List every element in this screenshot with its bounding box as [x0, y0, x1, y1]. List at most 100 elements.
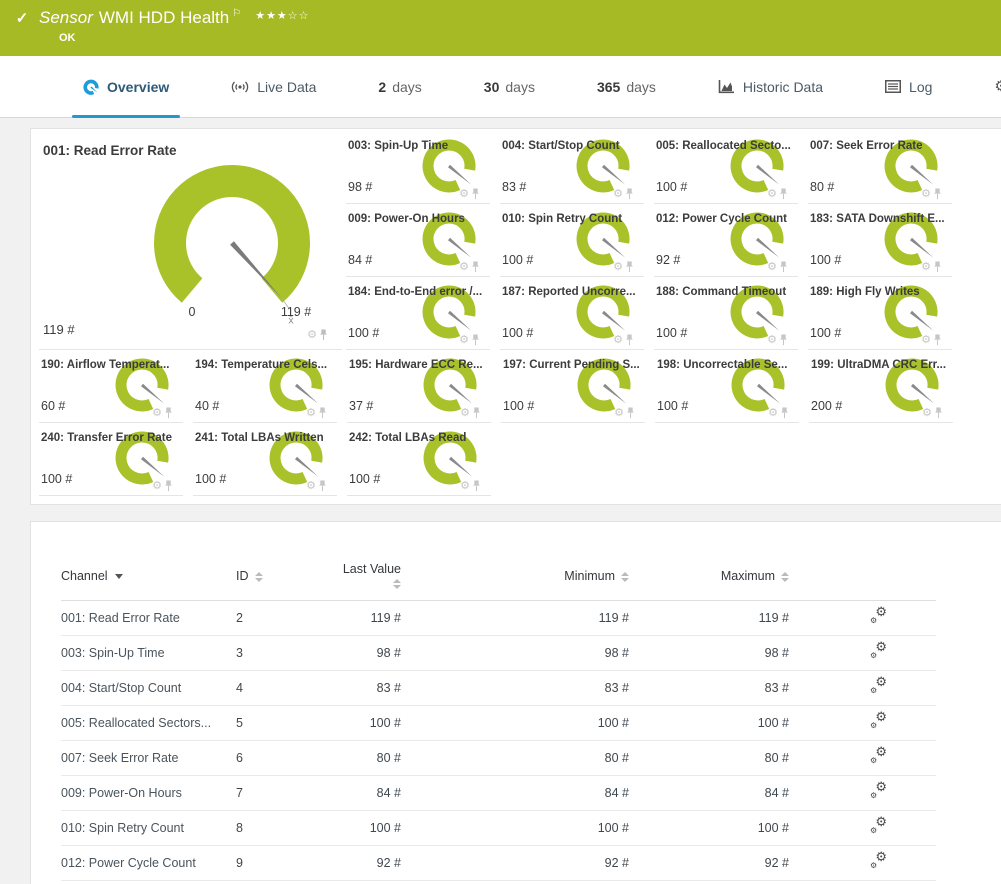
pin-icon[interactable] — [319, 329, 328, 341]
gear-icon[interactable]: ⚙ — [306, 408, 316, 419]
channel-settings-icon[interactable]: ⚙⚙ — [870, 854, 887, 869]
pin-icon[interactable] — [164, 407, 173, 419]
gauge-title: 004: Start/Stop Count — [502, 140, 620, 152]
tab-historic-data[interactable]: Historic Data — [687, 56, 854, 117]
tab-label: Log — [909, 79, 932, 95]
pin-icon[interactable] — [472, 480, 481, 492]
gauges-panel: 001: Read Error Rate 0 119 # x̄ 119 # ⚙ … — [30, 128, 1001, 505]
gauge-title: 009: Power-On Hours — [348, 213, 465, 225]
tab-2-days[interactable]: 2days — [347, 56, 452, 117]
gear-icon[interactable]: ⚙ — [613, 335, 623, 346]
channel-name[interactable]: 183: SATA Downshift Err... — [61, 881, 236, 884]
channel-settings-icon[interactable]: ⚙⚙ — [870, 749, 887, 764]
pin-icon[interactable] — [780, 407, 789, 419]
tab-overview[interactable]: Overview — [52, 56, 200, 117]
tab-365-days[interactable]: 365days — [566, 56, 687, 117]
pin-icon[interactable] — [933, 261, 942, 273]
gear-icon[interactable]: ⚙ — [767, 189, 777, 200]
gear-icon[interactable]: ⚙ — [306, 481, 316, 492]
gear-icon[interactable]: ⚙ — [152, 481, 162, 492]
table-row[interactable]: 007: Seek Error Rate680 #80 #80 #⚙⚙ — [61, 741, 936, 776]
tab-settings[interactable]: ⚙Settings — [963, 56, 1001, 117]
gear-icon[interactable]: ⚙ — [614, 408, 624, 419]
channel-settings-icon[interactable]: ⚙⚙ — [870, 714, 887, 729]
flag-icon[interactable]: ⚐ — [232, 8, 241, 19]
column-header-channel[interactable]: Channel — [61, 562, 236, 601]
channel-name[interactable]: 003: Spin-Up Time — [61, 636, 236, 671]
tab-live-data[interactable]: Live Data — [200, 56, 347, 117]
pin-icon[interactable] — [626, 407, 635, 419]
gauge-title: 003: Spin-Up Time — [348, 140, 448, 152]
channel-minimum: 92 # — [431, 846, 661, 881]
pin-icon[interactable] — [933, 334, 942, 346]
channel-name[interactable]: 007: Seek Error Rate — [61, 741, 236, 776]
channel-maximum: 100 # — [661, 811, 821, 846]
table-row[interactable]: 183: SATA Downshift Err...10100 #100 #10… — [61, 881, 936, 884]
channel-name[interactable]: 009: Power-On Hours — [61, 776, 236, 811]
table-row[interactable]: 010: Spin Retry Count8100 #100 #100 #⚙⚙ — [61, 811, 936, 846]
gauge-cell: 190: Airflow Temperat...60 #⚙ — [39, 350, 183, 423]
pin-icon[interactable] — [318, 480, 327, 492]
gear-icon[interactable]: ⚙ — [459, 262, 469, 273]
gear-icon: ⚙ — [994, 79, 1001, 94]
gear-icon[interactable]: ⚙ — [613, 262, 623, 273]
column-header-minimum[interactable]: Minimum — [431, 562, 661, 601]
priority-stars[interactable]: ★★★☆☆ — [255, 9, 309, 22]
channel-settings-icon[interactable]: ⚙⚙ — [870, 819, 887, 834]
pin-icon[interactable] — [625, 261, 634, 273]
gear-icon[interactable]: ⚙ — [152, 408, 162, 419]
channel-name[interactable]: 012: Power Cycle Count — [61, 846, 236, 881]
gear-icon[interactable]: ⚙ — [921, 335, 931, 346]
pin-icon[interactable] — [625, 334, 634, 346]
gauge-cell: 197: Current Pending S...100 #⚙ — [501, 350, 645, 423]
pin-icon[interactable] — [779, 188, 788, 200]
channel-id: 7 — [236, 776, 336, 811]
gear-icon[interactable]: ⚙ — [459, 335, 469, 346]
tab-number: 365 — [597, 79, 620, 95]
channel-settings-icon[interactable]: ⚙⚙ — [870, 644, 887, 659]
channel-settings-icon[interactable]: ⚙⚙ — [870, 609, 887, 624]
table-row[interactable]: 004: Start/Stop Count483 #83 #83 #⚙⚙ — [61, 671, 936, 706]
gear-icon[interactable]: ⚙ — [921, 189, 931, 200]
gear-icon[interactable]: ⚙ — [307, 330, 317, 341]
pin-icon[interactable] — [779, 261, 788, 273]
tab-30-days[interactable]: 30days — [453, 56, 566, 117]
gear-icon[interactable]: ⚙ — [767, 262, 777, 273]
pin-icon[interactable] — [934, 407, 943, 419]
pin-icon[interactable] — [471, 188, 480, 200]
gear-icon[interactable]: ⚙ — [613, 189, 623, 200]
channel-name[interactable]: 005: Reallocated Sectors... — [61, 706, 236, 741]
table-row[interactable]: 005: Reallocated Sectors...5100 #100 #10… — [61, 706, 936, 741]
pin-icon[interactable] — [933, 188, 942, 200]
pin-icon[interactable] — [471, 334, 480, 346]
gear-icon[interactable]: ⚙ — [460, 408, 470, 419]
pin-icon[interactable] — [472, 407, 481, 419]
channel-name[interactable]: 010: Spin Retry Count — [61, 811, 236, 846]
gear-icon[interactable]: ⚙ — [459, 189, 469, 200]
pin-icon[interactable] — [164, 480, 173, 492]
gear-icon[interactable]: ⚙ — [767, 335, 777, 346]
channel-name[interactable]: 004: Start/Stop Count — [61, 671, 236, 706]
table-row[interactable]: 001: Read Error Rate2119 #119 #119 #⚙⚙ — [61, 601, 936, 636]
column-header-maximum[interactable]: Maximum — [661, 562, 821, 601]
pin-icon[interactable] — [471, 261, 480, 273]
column-header-id[interactable]: ID — [236, 562, 336, 601]
table-row[interactable]: 009: Power-On Hours784 #84 #84 #⚙⚙ — [61, 776, 936, 811]
column-header-last-value[interactable]: Last Value — [336, 562, 431, 601]
pin-icon[interactable] — [318, 407, 327, 419]
gauge-cell: 003: Spin-Up Time98 #⚙ — [346, 131, 490, 204]
table-row[interactable]: 003: Spin-Up Time398 #98 #98 #⚙⚙ — [61, 636, 936, 671]
channel-settings-icon[interactable]: ⚙⚙ — [870, 784, 887, 799]
tab-log[interactable]: Log — [854, 56, 963, 117]
gear-icon[interactable]: ⚙ — [922, 408, 932, 419]
channel-settings-icon[interactable]: ⚙⚙ — [870, 679, 887, 694]
gauge-title: 183: SATA Downshift E... — [810, 213, 945, 225]
channel-name[interactable]: 001: Read Error Rate — [61, 601, 236, 636]
status-ok-check-icon: ✓ — [12, 9, 32, 27]
gear-icon[interactable]: ⚙ — [460, 481, 470, 492]
table-row[interactable]: 012: Power Cycle Count992 #92 #92 #⚙⚙ — [61, 846, 936, 881]
pin-icon[interactable] — [779, 334, 788, 346]
gear-icon[interactable]: ⚙ — [921, 262, 931, 273]
gear-icon[interactable]: ⚙ — [768, 408, 778, 419]
pin-icon[interactable] — [625, 188, 634, 200]
